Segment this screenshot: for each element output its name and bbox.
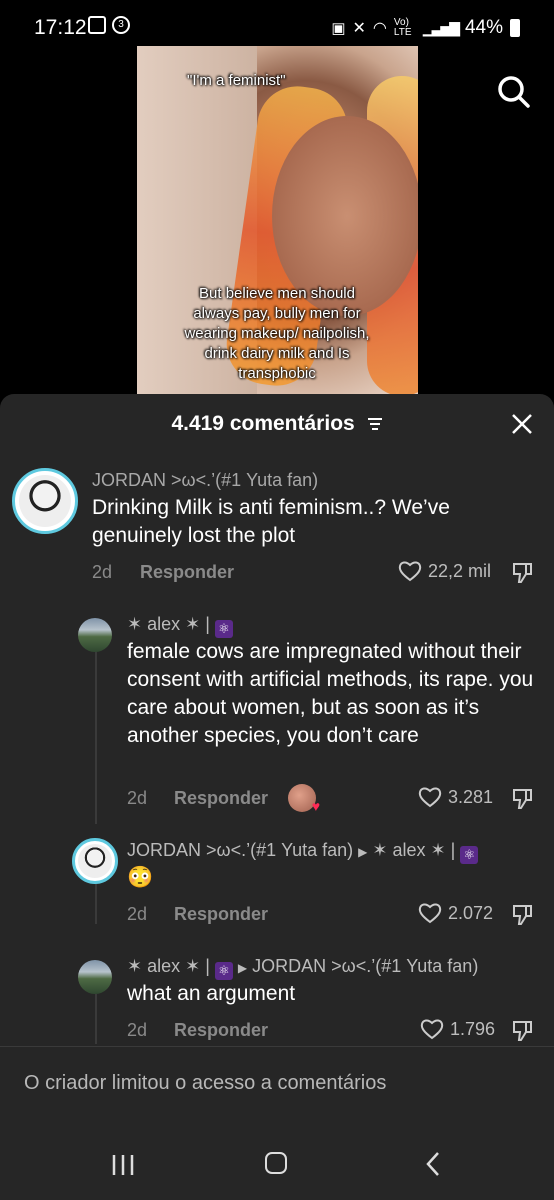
- atom-icon: ⚛: [214, 620, 233, 638]
- video-caption-bottom: But believe men should always pay, bully…: [184, 285, 370, 382]
- divider: [0, 1046, 554, 1047]
- heart-icon: [420, 1019, 444, 1040]
- username-text: ✶ alex ✶ |: [127, 956, 210, 976]
- thread-line: [95, 644, 97, 824]
- comment-username[interactable]: ✶ alex ✶ | ⚛ ▶ JORDAN >ω<.’(#1 Yuta fan): [127, 956, 478, 980]
- creator-liked-icon: ♥: [288, 784, 320, 814]
- dislike-icon[interactable]: [510, 902, 534, 926]
- comment-username[interactable]: JORDAN >ω<.’(#1 Yuta fan): [92, 470, 318, 491]
- comment-text: what an argument: [127, 982, 296, 1005]
- dislike-icon[interactable]: [510, 786, 534, 810]
- comment-username[interactable]: ✶ alex ✶ | ⚛: [127, 614, 233, 638]
- comment-age: 2d: [127, 1020, 148, 1040]
- username-text: JORDAN >ω<.’(#1 Yuta fan): [127, 840, 354, 860]
- comments-count: 4.419 comentários: [171, 412, 355, 435]
- comment-text: Drinking Milk is anti feminism..? We’ve …: [92, 496, 450, 547]
- video-caption-top: "I'm a feminist": [187, 72, 286, 89]
- avatar[interactable]: [72, 838, 118, 884]
- filter-icon[interactable]: [367, 417, 383, 431]
- comment-text: 😳: [127, 866, 154, 889]
- like-count: 1.796: [450, 1018, 496, 1039]
- gallery-notification-icon: [88, 16, 106, 34]
- system-nav-bar: [0, 1130, 554, 1200]
- reply-arrow-icon: ▶: [358, 845, 368, 859]
- comment-age: 2d: [127, 904, 148, 924]
- like-button[interactable]: 1.796: [420, 1018, 495, 1040]
- atom-icon: ⚛: [460, 846, 479, 864]
- mute-icon: ✕: [352, 20, 366, 37]
- close-icon[interactable]: [510, 412, 534, 436]
- heart-icon: [418, 787, 442, 808]
- comment-username[interactable]: JORDAN >ω<.’(#1 Yuta fan) ▶ ✶ alex ✶ | ⚛: [127, 840, 479, 864]
- comments-limited-notice: O criador limitou o acesso a comentários: [24, 1072, 387, 1094]
- like-button[interactable]: 22,2 mil: [398, 560, 491, 582]
- thread-line: [95, 994, 97, 1044]
- back-icon[interactable]: [424, 1150, 444, 1178]
- home-icon[interactable]: [265, 1152, 287, 1174]
- comment-age: 2d: [92, 562, 113, 582]
- search-icon[interactable]: [494, 72, 534, 112]
- like-button[interactable]: 3.281: [418, 786, 493, 808]
- network-label: Vo) LTE: [393, 17, 412, 38]
- reply-to-user[interactable]: ✶ alex ✶ |: [372, 840, 455, 860]
- comment-text: female cows are impregnated without thei…: [127, 640, 534, 747]
- like-button[interactable]: 2.072: [418, 902, 493, 924]
- signal-icon: ▁▃▅▇: [422, 19, 460, 36]
- comment-age: 2d: [127, 788, 148, 808]
- reply-button[interactable]: Responder: [174, 904, 268, 925]
- video-player[interactable]: "I'm a feminist" But believe men should …: [137, 46, 418, 394]
- reply-button[interactable]: Responder: [140, 562, 234, 583]
- status-time: 17:12: [34, 16, 87, 39]
- reply-button[interactable]: Responder: [174, 788, 268, 809]
- avatar[interactable]: [78, 618, 112, 652]
- heart-icon: [418, 903, 442, 924]
- atom-icon: ⚛: [214, 962, 233, 980]
- avatar[interactable]: [12, 468, 78, 534]
- like-count: 3.281: [448, 786, 494, 807]
- comments-header: 4.419 comentários: [0, 412, 554, 436]
- recent-apps-icon[interactable]: [110, 1152, 136, 1178]
- like-count: 2.072: [448, 902, 494, 923]
- lock-icon: ▣: [331, 20, 346, 37]
- avatar[interactable]: [78, 960, 112, 994]
- reply-arrow-icon: ▶: [237, 961, 248, 975]
- reply-to-user[interactable]: JORDAN >ω<.’(#1 Yuta fan): [252, 956, 478, 976]
- heart-icon: [398, 561, 422, 582]
- comments-sheet: 4.419 comentários JORDAN >ω<.’(#1 Yuta f…: [0, 394, 554, 1200]
- dislike-icon[interactable]: [510, 1018, 534, 1042]
- battery-level: 44%: [464, 17, 503, 38]
- username-text: ✶ alex ✶ |: [127, 614, 210, 634]
- notification-count-icon: 3: [112, 16, 130, 34]
- battery-icon: [510, 19, 520, 37]
- reply-button[interactable]: Responder: [174, 1020, 268, 1041]
- dislike-icon[interactable]: [510, 560, 534, 584]
- like-count: 22,2 mil: [428, 560, 492, 581]
- wifi-icon: ◠: [372, 20, 387, 37]
